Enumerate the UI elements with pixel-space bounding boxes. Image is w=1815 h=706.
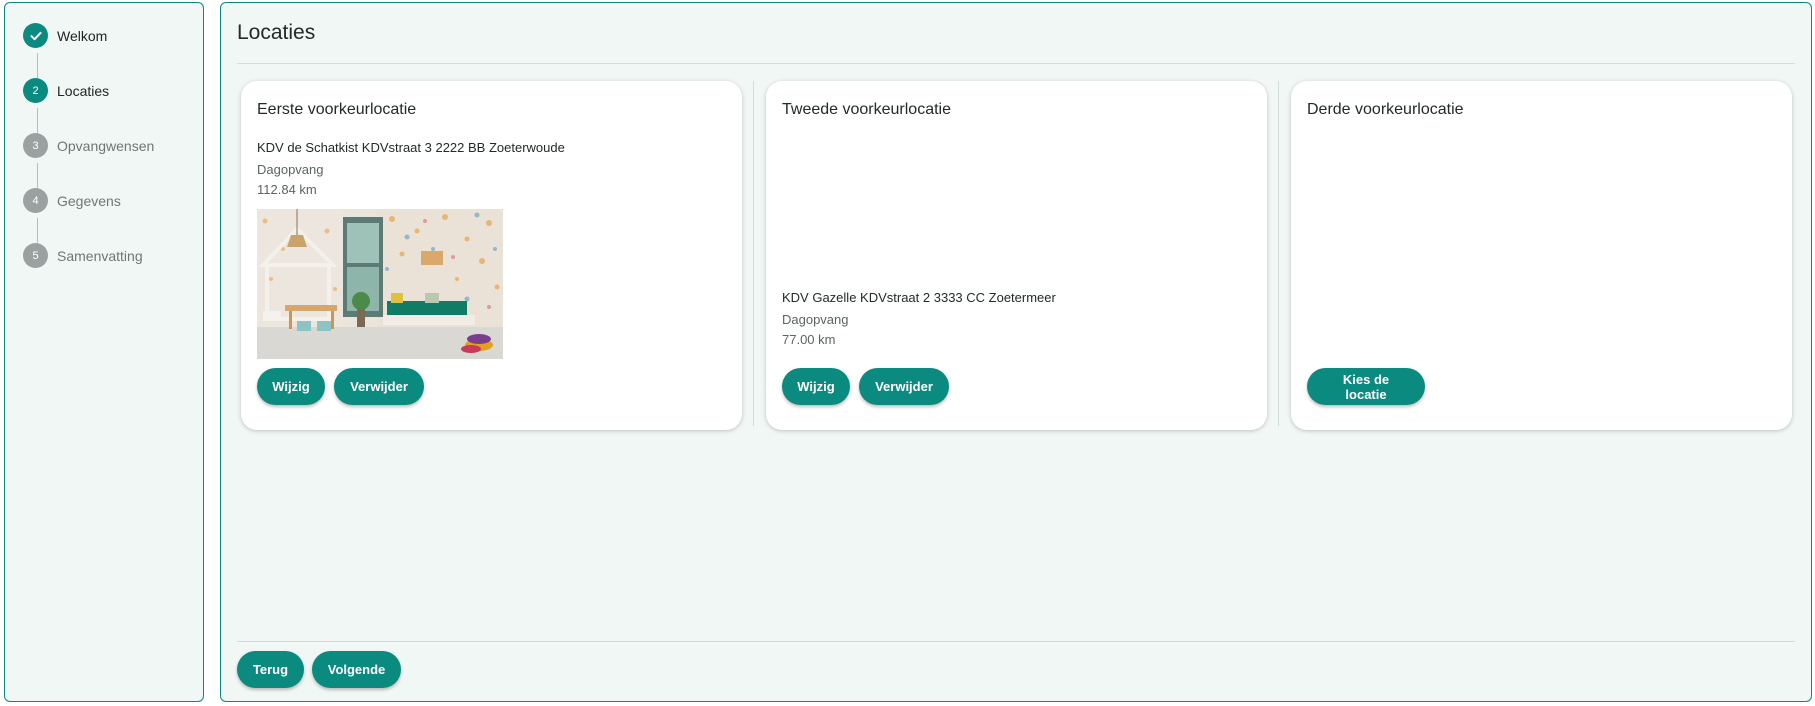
remove-button[interactable]: Verwijder (334, 368, 424, 405)
location-type: Dagopvang (257, 162, 324, 177)
choose-location-button[interactable]: Kies de locatie (1307, 368, 1425, 405)
step-connector (37, 108, 38, 133)
location-distance: 77.00 km (782, 332, 836, 347)
card-title: Derde voorkeurlocatie (1307, 101, 1464, 118)
step-connector (37, 53, 38, 78)
step-number: 4 (23, 188, 48, 213)
main-panel: Locaties Eerste voorkeurlocatie KDV de S… (220, 2, 1812, 702)
remove-button[interactable]: Verwijder (859, 368, 949, 405)
step-label: Opvangwensen (57, 137, 155, 154)
step-connector (37, 163, 38, 188)
card-third-preference: Derde voorkeurlocatie Kies de locatie (1291, 81, 1792, 430)
check-icon (23, 23, 48, 48)
step-number: 3 (23, 133, 48, 158)
location-distance: 112.84 km (257, 182, 317, 197)
next-button[interactable]: Volgende (312, 651, 401, 688)
step-samenvatting[interactable]: 5 Samenvatting (23, 243, 143, 268)
step-label: Welkom (57, 27, 108, 44)
step-opvangwensen[interactable]: 3 Opvangwensen (23, 133, 154, 158)
card-first-preference: Eerste voorkeurlocatie KDV de Schatkist … (241, 81, 742, 430)
edit-button[interactable]: Wijzig (782, 368, 850, 405)
step-number: 2 (23, 78, 48, 103)
back-button[interactable]: Terug (237, 651, 304, 688)
divider (237, 63, 1795, 64)
location-name: KDV de Schatkist KDVstraat 3 2222 BB Zoe… (257, 140, 565, 155)
step-locaties[interactable]: 2 Locaties (23, 78, 109, 103)
step-label: Samenvatting (57, 247, 143, 264)
step-connector (37, 218, 38, 243)
edit-button[interactable]: Wijzig (257, 368, 325, 405)
step-label: Gegevens (57, 192, 121, 209)
location-photo (257, 209, 503, 359)
step-welkom[interactable]: Welkom (23, 23, 107, 48)
divider (237, 641, 1795, 642)
page-title: Locaties (237, 21, 316, 44)
column-divider (753, 81, 754, 426)
location-type: Dagopvang (782, 312, 849, 327)
card-title: Tweede voorkeurlocatie (782, 101, 951, 118)
stepper-sidebar: Welkom 2 Locaties 3 Opvangwensen 4 Gegev… (4, 2, 204, 702)
step-label: Locaties (57, 82, 110, 99)
card-second-preference: Tweede voorkeurlocatie KDV Gazelle KDVst… (766, 81, 1267, 430)
step-gegevens[interactable]: 4 Gegevens (23, 188, 121, 213)
location-name: KDV Gazelle KDVstraat 2 3333 CC Zoeterme… (782, 290, 1056, 305)
step-number: 5 (23, 243, 48, 268)
card-title: Eerste voorkeurlocatie (257, 101, 417, 118)
column-divider (1278, 81, 1279, 426)
